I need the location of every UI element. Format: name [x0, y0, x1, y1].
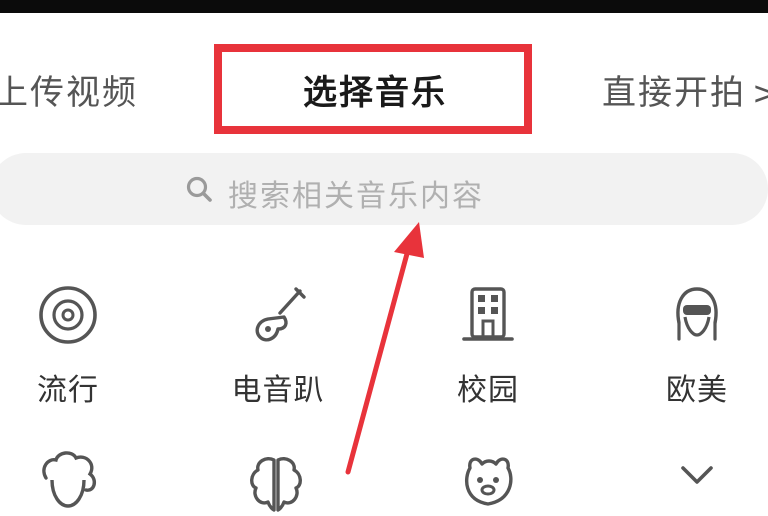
category-electronic[interactable]: 电音趴 — [198, 283, 358, 409]
brain-icon — [250, 457, 302, 512]
category-pop[interactable]: 流行 — [0, 283, 148, 409]
category-western[interactable]: 欧美 — [617, 283, 768, 409]
category-campus[interactable]: 校园 — [408, 283, 568, 409]
search-placeholder: 搜索相关音乐内容 — [228, 179, 484, 214]
category-row2-item[interactable] — [408, 452, 568, 516]
status-bar-strip — [0, 0, 768, 13]
person-face-icon — [676, 287, 718, 341]
guitar-icon — [255, 287, 306, 342]
tab-upload-video[interactable]: 上传视频 — [0, 65, 138, 114]
category-label: 电音趴 — [231, 373, 325, 408]
highlight-annotation-box — [214, 44, 532, 134]
disc-icon — [39, 286, 97, 344]
search-bar[interactable]: 搜索相关音乐内容 — [0, 153, 768, 225]
expand-categories-button[interactable] — [617, 456, 768, 496]
curly-hair-person-icon — [42, 451, 97, 508]
category-label: 流行 — [37, 373, 99, 408]
tab-shoot-directly[interactable]: 直接开拍 > — [602, 65, 768, 114]
chevron-down-icon — [681, 466, 713, 484]
category-row2-item[interactable] — [0, 450, 148, 514]
category-label: 欧美 — [666, 373, 728, 408]
category-row2-item[interactable] — [196, 452, 356, 516]
search-icon — [186, 176, 212, 202]
tab-shoot-label: 直接开拍 — [602, 73, 746, 113]
cute-animal-icon — [465, 457, 513, 506]
school-building-icon — [462, 287, 514, 341]
chevron-right-icon: > — [752, 74, 768, 112]
category-label: 校园 — [457, 373, 519, 408]
